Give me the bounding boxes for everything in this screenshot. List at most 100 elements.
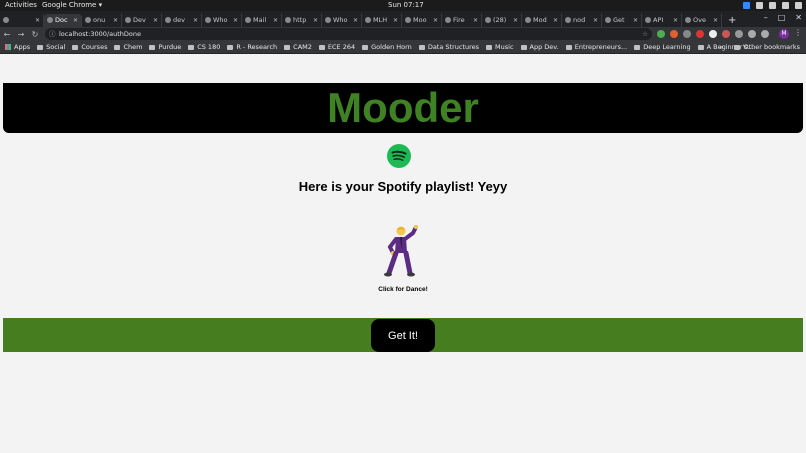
browser-tab[interactable]: onu ✕ [82, 14, 122, 27]
tab-close-icon[interactable]: ✕ [113, 14, 118, 27]
other-bookmarks[interactable]: » Other bookmarks [720, 41, 801, 53]
tab-close-icon[interactable]: ✕ [473, 14, 478, 27]
bookmark-item[interactable]: Social [37, 43, 65, 51]
browser-tab[interactable]: MLH ✕ [362, 14, 402, 27]
bookmark-item[interactable]: ECE 264 [318, 43, 355, 51]
bookmark-item[interactable]: Golden Horn [362, 43, 412, 51]
tab-close-icon[interactable]: ✕ [713, 14, 718, 27]
close-window-icon[interactable]: ✕ [795, 13, 802, 22]
tab-close-icon[interactable]: ✕ [593, 14, 598, 27]
spotify-logo-icon [387, 144, 411, 168]
tab-favicon-icon [165, 17, 171, 23]
tab-close-icon[interactable]: ✕ [73, 14, 78, 27]
minimize-icon[interactable]: – [764, 13, 768, 22]
browser-tab[interactable]: nod ✕ [562, 14, 602, 27]
browser-tab[interactable]: Mod ✕ [522, 14, 562, 27]
browser-tab[interactable]: Who ✕ [322, 14, 362, 27]
bookmark-star-icon[interactable]: ☆ [642, 28, 648, 40]
clock[interactable]: Sun 07:17 [388, 0, 424, 11]
profile-avatar[interactable]: M [779, 29, 789, 39]
extension-icon[interactable] [709, 30, 717, 38]
tab-close-icon[interactable]: ✕ [513, 14, 518, 27]
maximize-icon[interactable]: □ [778, 13, 786, 22]
folder-icon [318, 44, 325, 50]
system-top-bar: Activities Google Chrome ▾ Sun 07:17 [0, 0, 806, 11]
extension-icon[interactable] [722, 30, 730, 38]
window-controls: – □ ✕ [764, 13, 802, 22]
volume-icon[interactable] [769, 2, 776, 9]
browser-tab[interactable]: Fire ✕ [442, 14, 482, 27]
browser-tab[interactable]: Who ✕ [202, 14, 242, 27]
dancing-man-icon[interactable] [382, 225, 422, 277]
activities-button[interactable]: Activities [5, 0, 37, 11]
system-tray[interactable] [743, 0, 802, 9]
browser-tab[interactable]: API ✕ [642, 14, 682, 27]
browser-tab[interactable]: Get ✕ [602, 14, 642, 27]
tab-close-icon[interactable]: ✕ [193, 14, 198, 27]
bookmark-item[interactable]: Deep Learning [634, 43, 691, 51]
power-icon[interactable] [795, 2, 802, 9]
forward-icon[interactable]: → [14, 30, 28, 39]
bookmark-item[interactable]: CAM2 [284, 43, 312, 51]
tab-close-icon[interactable]: ✕ [353, 14, 358, 27]
bookmark-item[interactable]: Data Structures [418, 43, 479, 51]
browser-tab[interactable]: Moo ✕ [402, 14, 442, 27]
tab-close-icon[interactable]: ✕ [633, 14, 638, 27]
folder-icon [565, 44, 572, 50]
address-bar[interactable]: ⓘ localhost:3000/authDone ☆ [45, 28, 652, 40]
tab-close-icon[interactable]: ✕ [233, 14, 238, 27]
bookmark-item[interactable]: Music [486, 43, 514, 51]
tab-label: MLH [373, 16, 388, 24]
new-tab-icon[interactable]: + [722, 14, 742, 27]
tab-favicon-icon [125, 17, 131, 23]
browser-tab[interactable]: dev ✕ [162, 14, 202, 27]
bookmark-item[interactable]: Courses [72, 43, 107, 51]
menu-kebab-icon[interactable]: ⋮ [794, 28, 802, 37]
tab-close-icon[interactable]: ✕ [35, 14, 40, 27]
wifi-icon[interactable] [756, 2, 763, 9]
app-menu[interactable]: Google Chrome ▾ [42, 0, 102, 11]
browser-tab[interactable]: (28) ✕ [482, 14, 522, 27]
extension-icon[interactable] [735, 30, 743, 38]
tab-close-icon[interactable]: ✕ [673, 14, 678, 27]
tab-favicon-icon [645, 17, 651, 23]
bookmarks-bar: Apps Social Courses Chem Purdue CS 180 R - Res… [0, 41, 806, 54]
bookmark-label: Courses [81, 43, 108, 51]
bookmark-item[interactable]: CS 180 [188, 43, 220, 51]
bookmark-item[interactable]: R - Research [227, 43, 277, 51]
zoom-icon[interactable] [743, 2, 750, 9]
tab-close-icon[interactable]: ✕ [313, 14, 318, 27]
info-icon[interactable]: ⓘ [49, 28, 56, 40]
browser-tab[interactable]: Doc ✕ [44, 14, 82, 27]
extensions-puzzle-icon[interactable] [748, 30, 756, 38]
bookmark-label: CS 180 [197, 43, 221, 51]
tab-favicon-icon [405, 17, 411, 23]
tab-close-icon[interactable]: ✕ [273, 14, 278, 27]
bookmark-item[interactable]: Purdue [149, 43, 181, 51]
bookmark-item[interactable]: Chem [114, 43, 142, 51]
bookmark-item[interactable]: Apps [5, 43, 30, 51]
tab-close-icon[interactable]: ✕ [393, 14, 398, 27]
extension-icon[interactable] [696, 30, 704, 38]
extension-icon[interactable] [670, 30, 678, 38]
battery-icon[interactable] [782, 2, 789, 9]
bookmark-item[interactable]: App Dev. [520, 43, 559, 51]
bookmark-label: Chem [123, 43, 143, 51]
tab-close-icon[interactable]: ✕ [553, 14, 558, 27]
extension-icon[interactable] [683, 30, 691, 38]
bookmark-item[interactable]: Entrepreneurs... [565, 43, 627, 51]
bookmarks-overflow-icon[interactable]: » [720, 41, 724, 53]
browser-tab[interactable]: http ✕ [282, 14, 322, 27]
back-icon[interactable]: ← [0, 30, 14, 39]
reload-icon[interactable]: ↻ [28, 30, 42, 39]
extension-icon[interactable] [657, 30, 665, 38]
get-it-button[interactable]: Get It! [371, 319, 435, 352]
browser-tab[interactable]: Mail ✕ [242, 14, 282, 27]
browser-tab[interactable]: Dev ✕ [122, 14, 162, 27]
tab-close-icon[interactable]: ✕ [433, 14, 438, 27]
media-icon[interactable] [761, 30, 769, 38]
browser-tab[interactable]: Ove ✕ [682, 14, 722, 27]
browser-tab[interactable]: ✕ [0, 14, 44, 27]
dance-caption: Click for Dance! [378, 286, 428, 293]
tab-close-icon[interactable]: ✕ [153, 14, 158, 27]
